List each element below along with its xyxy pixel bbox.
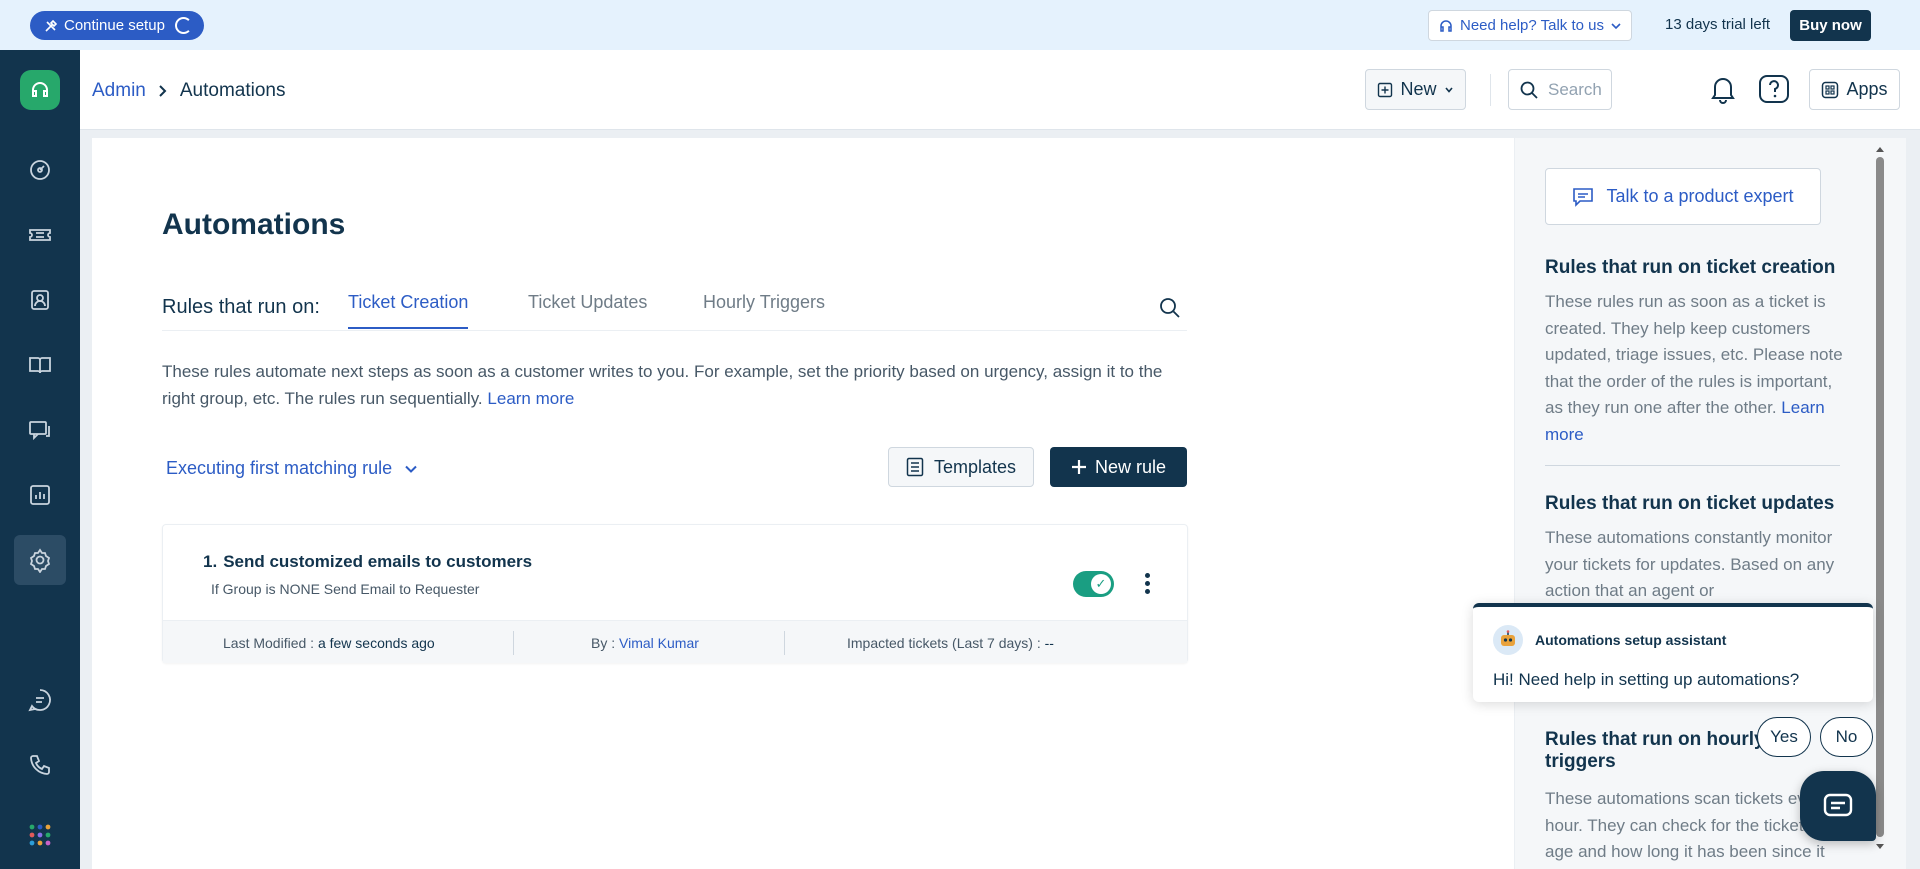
rule-title: 1. Send customized emails to customers: [203, 552, 532, 572]
new-rule-button[interactable]: New rule: [1050, 447, 1187, 487]
reply-no-button[interactable]: No: [1820, 717, 1873, 757]
admin-settings-icon[interactable]: [14, 535, 66, 585]
tab-ticket-updates[interactable]: Ticket Updates: [528, 292, 647, 327]
page-title: Automations: [162, 208, 346, 241]
check-icon: ✓: [1091, 574, 1111, 594]
global-search-input[interactable]: Search: [1508, 69, 1612, 110]
rule-enabled-toggle[interactable]: ✓: [1073, 571, 1114, 597]
chat-icon[interactable]: [20, 680, 60, 720]
new-rule-label: New rule: [1094, 456, 1167, 477]
setup-assistant-popup: Automations setup assistant Hi! Need hel…: [1473, 603, 1873, 702]
assistant-name: Automations setup assistant: [1535, 632, 1727, 648]
need-help-button[interactable]: Need help? Talk to us: [1428, 10, 1632, 41]
scrollbar-thumb[interactable]: [1876, 157, 1884, 837]
modified-by: By : Vimal Kumar: [591, 635, 699, 651]
execution-mode-label: Executing first matching rule: [166, 458, 393, 478]
help-question-icon[interactable]: [1758, 74, 1790, 109]
talk-to-expert-button[interactable]: Talk to a product expert: [1545, 168, 1821, 225]
talk-to-expert-label: Talk to a product expert: [1606, 186, 1794, 206]
search-placeholder: Search: [1548, 79, 1602, 99]
section-heading-updates: Rules that run on ticket updates: [1545, 493, 1835, 514]
continue-setup-label: Continue setup: [64, 17, 165, 34]
impacted-tickets: Impacted tickets (Last 7 days) : --: [847, 635, 1054, 651]
panel-divider: [1545, 465, 1840, 466]
automations-content: Automations Rules that run on: Ticket Cr…: [92, 138, 1514, 869]
panel-scrollbar[interactable]: [1875, 145, 1885, 851]
rule-name[interactable]: Send customized emails to customers: [223, 552, 532, 571]
knowledge-base-icon[interactable]: [20, 345, 60, 385]
apps-button[interactable]: Apps: [1809, 69, 1900, 110]
notifications-bell-icon[interactable]: [1710, 74, 1736, 109]
footer-divider: [784, 631, 785, 655]
rules-run-on-label: Rules that run on:: [162, 296, 320, 318]
tickets-icon[interactable]: [20, 215, 60, 255]
section-heading-creation: Rules that run on ticket creation: [1545, 257, 1836, 278]
breadcrumb-current: Automations: [179, 80, 286, 101]
last-modified: Last Modified : a few seconds ago: [223, 635, 435, 651]
app-switcher-icon[interactable]: [20, 815, 60, 855]
header-divider: [1490, 74, 1491, 106]
description-text: These rules automate next steps as soon …: [162, 362, 1163, 408]
reply-yes-button[interactable]: Yes: [1757, 717, 1811, 757]
chat-bubble-icon: [1573, 187, 1594, 207]
plus-square-icon: [1378, 82, 1393, 97]
execution-mode-dropdown[interactable]: Executing first matching rule: [166, 458, 418, 479]
progress-spinner-icon: [174, 17, 192, 34]
chat-bubble-icon: [1823, 793, 1853, 817]
rule-card[interactable]: 1. Send customized emails to customers If…: [162, 524, 1188, 663]
assistant-message: Hi! Need help in setting up automations?: [1493, 670, 1800, 689]
document-icon: [906, 457, 924, 477]
help-side-panel: Talk to a product expert Rules that run …: [1514, 138, 1906, 869]
impacted-tickets-value: --: [1044, 635, 1054, 651]
templates-label: Templates: [933, 456, 1017, 477]
chevron-right-icon: [159, 85, 167, 97]
setup-banner: Continue setup Need help? Talk to us 13 …: [0, 0, 1920, 50]
chevron-down-icon: [1444, 86, 1453, 93]
phone-icon[interactable]: [20, 745, 60, 785]
apps-label: Apps: [1846, 79, 1888, 99]
tab-description: These rules automate next steps as soon …: [162, 358, 1192, 412]
rule-summary: If Group is NONE Send Email to Requester: [211, 581, 480, 597]
last-modified-value: a few seconds ago: [317, 635, 435, 651]
tools-icon: [45, 19, 58, 32]
reports-icon[interactable]: [20, 475, 60, 515]
freshdesk-logo-icon[interactable]: [20, 70, 60, 110]
conversations-icon[interactable]: [20, 410, 60, 450]
chevron-down-icon: [405, 465, 417, 473]
plus-icon: [1071, 460, 1086, 474]
rule-footer: Last Modified : a few seconds ago By : V…: [163, 620, 1187, 663]
new-button-label: New: [1400, 79, 1437, 99]
breadcrumb: Admin Automations: [92, 80, 285, 102]
apps-icon: [1822, 81, 1839, 98]
section-body-updates: These automations constantly monitor you…: [1545, 528, 1835, 600]
new-button[interactable]: New: [1365, 69, 1466, 110]
tab-hourly-triggers[interactable]: Hourly Triggers: [703, 292, 825, 327]
left-navigation: [0, 50, 80, 869]
rule-number: 1.: [203, 552, 218, 571]
learn-more-link[interactable]: Learn more: [487, 389, 574, 408]
modified-by-user-link[interactable]: Vimal Kumar: [619, 635, 699, 651]
tab-ticket-creation[interactable]: Ticket Creation: [348, 292, 469, 329]
section-body-creation: These rules run as soon as a ticket is c…: [1545, 292, 1843, 444]
breadcrumb-admin-link[interactable]: Admin: [92, 80, 146, 102]
search-icon: [1520, 81, 1538, 99]
continue-setup-button[interactable]: Continue setup: [30, 11, 204, 40]
chevron-down-icon: [1611, 22, 1621, 29]
more-options-icon[interactable]: [1145, 573, 1151, 597]
dashboard-icon[interactable]: [20, 150, 60, 190]
trial-days-text: 13 days trial left: [1665, 16, 1771, 33]
need-help-label: Need help? Talk to us: [1460, 17, 1604, 34]
buy-now-button[interactable]: Buy now: [1790, 10, 1871, 41]
headset-icon: [1440, 19, 1452, 32]
footer-divider: [513, 631, 514, 655]
templates-button[interactable]: Templates: [888, 447, 1034, 487]
tabs-divider: [162, 330, 1187, 331]
page-header: Admin Automations New Search Apps V: [80, 50, 1920, 130]
contacts-icon[interactable]: [20, 280, 60, 320]
search-rules-icon[interactable]: [1158, 296, 1182, 325]
bot-avatar-icon: [1493, 625, 1523, 655]
chat-launcher-button[interactable]: [1800, 771, 1876, 841]
